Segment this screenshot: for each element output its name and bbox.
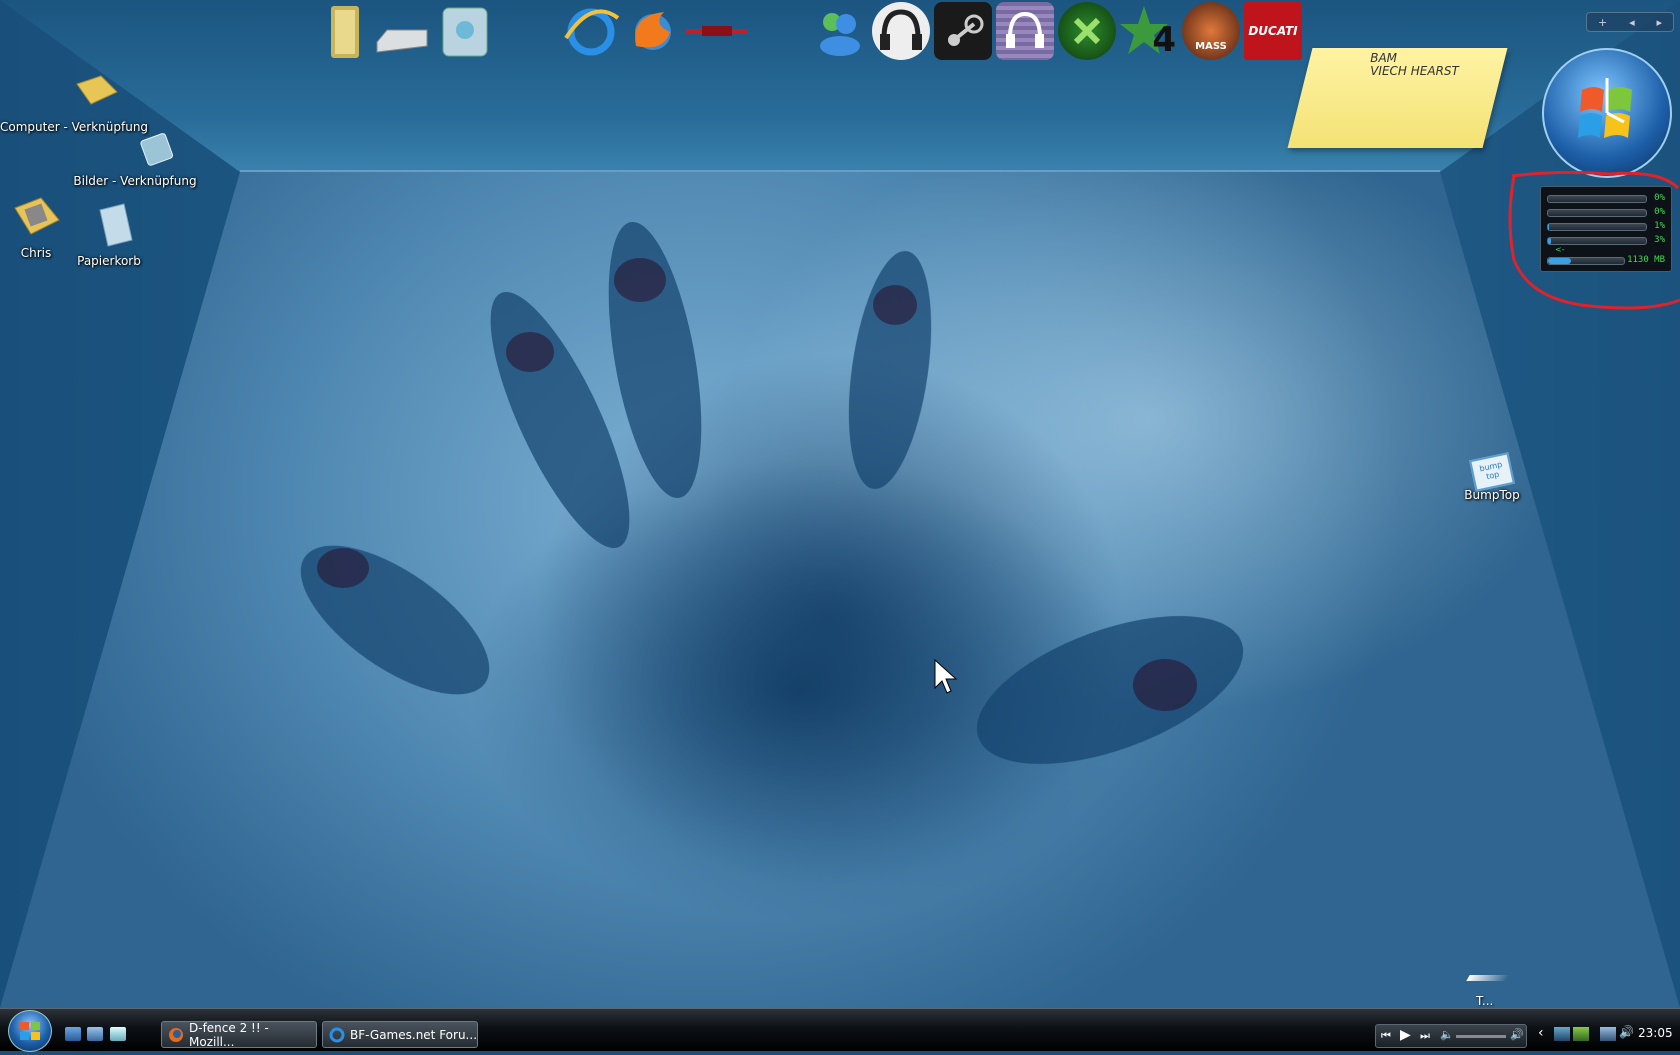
star-4-text: 4 bbox=[1152, 20, 1176, 60]
room-item-label[interactable]: T... bbox=[1476, 994, 1493, 1008]
volume-up-icon[interactable]: 🔊 bbox=[1510, 1028, 1524, 1041]
xbox-icon[interactable] bbox=[1058, 2, 1116, 60]
tray-app-icon[interactable] bbox=[1573, 1027, 1589, 1041]
next-gadget-button[interactable]: ▸ bbox=[1657, 16, 1663, 29]
pictures-shortcut-icon bbox=[140, 133, 174, 166]
bumptop-icon: bump top bbox=[1469, 452, 1515, 492]
internet-explorer-icon[interactable] bbox=[562, 2, 620, 60]
network-drive-icon[interactable] bbox=[435, 2, 493, 60]
firefox-icon bbox=[169, 1027, 183, 1042]
desktop-icon-papierkorb[interactable]: Papierkorb bbox=[76, 200, 142, 268]
folder-icon[interactable] bbox=[316, 2, 374, 60]
papierkorb-label: Papierkorb bbox=[77, 254, 141, 268]
meter-value: 1% bbox=[1654, 221, 1665, 231]
meter-row: 0% bbox=[1547, 207, 1665, 217]
mass-effect-icon[interactable]: MASS bbox=[1182, 2, 1240, 60]
meter-bar bbox=[1547, 209, 1647, 217]
tray-chevron-icon[interactable]: ‹ bbox=[1538, 1025, 1544, 1041]
meter-row: 1% bbox=[1547, 221, 1665, 231]
meter-bar bbox=[1547, 223, 1647, 231]
desktop-icon-bilder[interactable]: Bilder - Verknüpfung bbox=[70, 130, 200, 188]
handprint-wallpaper bbox=[300, 221, 1244, 920]
room-edge-top bbox=[240, 170, 1440, 172]
meter-fill bbox=[1548, 224, 1549, 230]
ducati-text: DUCATI bbox=[1248, 24, 1298, 38]
play-icon[interactable]: ▶ bbox=[1400, 1027, 1411, 1043]
meter-bar bbox=[1547, 237, 1647, 245]
messenger-icon[interactable] bbox=[810, 2, 868, 60]
taskbar-clock[interactable]: 23:05 bbox=[1638, 1026, 1673, 1040]
meter-fill bbox=[1548, 238, 1551, 244]
volume-icon[interactable]: 🔈 bbox=[1440, 1028, 1454, 1041]
bumptop-room bbox=[0, 0, 1680, 1008]
mass-effect-text: MASS bbox=[1195, 40, 1227, 52]
memory-row: 1130 MB bbox=[1547, 255, 1665, 265]
taskbar-button-label: D-fence 2 !! - Mozill... bbox=[189, 1020, 269, 1049]
taskbar-button-label: BF-Games.net Foru... bbox=[350, 1027, 478, 1042]
tray-monitor-icon[interactable] bbox=[1600, 1027, 1616, 1041]
bilder-shortcut-label: Bilder - Verknüpfung bbox=[73, 174, 197, 188]
memory-bar bbox=[1547, 257, 1625, 265]
taskbar-button-ie[interactable]: BF-Games.net Foru... bbox=[322, 1021, 478, 1048]
previous-gadget-button[interactable]: ◂ bbox=[1629, 16, 1635, 29]
sticky-note[interactable]: BAM VIECH HEARST bbox=[1287, 48, 1508, 148]
chris-label: Chris bbox=[20, 246, 52, 260]
room-item-icon[interactable] bbox=[1466, 975, 1510, 981]
meter-value: 3% bbox=[1654, 235, 1665, 245]
memory-fill bbox=[1548, 258, 1571, 264]
meter-arrow: <- bbox=[1555, 245, 1565, 254]
windows-flag-icon bbox=[20, 1022, 40, 1040]
red-logo-icon[interactable] bbox=[684, 2, 750, 60]
internet-explorer-icon bbox=[329, 1027, 345, 1042]
user-folder-icon bbox=[14, 197, 60, 235]
previous-track-icon[interactable]: ⏮ bbox=[1381, 1029, 1391, 1043]
star-4-icon[interactable]: 4 bbox=[1120, 2, 1178, 60]
show-desktop-icon[interactable] bbox=[65, 1027, 81, 1041]
audio-headphones-icon[interactable] bbox=[996, 2, 1054, 60]
meter-row: 0% bbox=[1547, 193, 1665, 203]
sticky-note-line2: VIECH HEARST bbox=[1370, 64, 1459, 78]
quicklaunch-app-icon[interactable] bbox=[110, 1027, 126, 1041]
windows-logo-gadget[interactable] bbox=[1542, 48, 1672, 178]
meter-value: 0% bbox=[1654, 207, 1665, 217]
start-button[interactable] bbox=[8, 1010, 52, 1052]
switch-windows-icon[interactable] bbox=[87, 1027, 103, 1041]
steam-icon[interactable] bbox=[934, 2, 992, 60]
next-track-icon[interactable]: ⏭ bbox=[1420, 1029, 1430, 1043]
folder-shortcut-icon bbox=[76, 75, 118, 105]
volume-slider[interactable] bbox=[1456, 1035, 1506, 1038]
cpu-meter-gadget[interactable]: 0% 0% 1% 3% <- 1130 MB bbox=[1540, 186, 1672, 272]
memory-value: 1130 MB bbox=[1627, 255, 1665, 265]
media-player-toolbar: ⏮ ▶ ⏭ 🔈 🔊 bbox=[1375, 1024, 1527, 1048]
desktop-icon-computer[interactable]: Computer - Verknüpfung bbox=[0, 70, 148, 134]
browser-flame-icon[interactable] bbox=[624, 2, 682, 60]
drive-icon[interactable] bbox=[373, 2, 431, 60]
add-gadget-button[interactable]: + bbox=[1598, 16, 1607, 29]
headphones-icon[interactable] bbox=[872, 2, 930, 60]
tray-network-icon[interactable] bbox=[1554, 1027, 1570, 1041]
meter-row: 3% bbox=[1547, 235, 1665, 245]
desktop-icon-chris[interactable]: Chris bbox=[10, 192, 62, 260]
meter-value: 0% bbox=[1654, 193, 1665, 203]
meter-bar bbox=[1547, 195, 1647, 203]
ducati-icon[interactable]: DUCATI bbox=[1244, 2, 1302, 60]
desktop-icon-bumptop[interactable]: bump top BumpTop bbox=[1460, 452, 1524, 502]
gadget-toolbar: + ◂ ▸ bbox=[1586, 12, 1674, 32]
recycle-bin-icon bbox=[98, 203, 133, 247]
taskbar-button-firefox[interactable]: D-fence 2 !! - Mozill... bbox=[161, 1020, 317, 1049]
bumptop-label: BumpTop bbox=[1464, 488, 1520, 502]
windows-flag-icon bbox=[1578, 78, 1632, 138]
tray-volume-icon[interactable]: 🔊 bbox=[1619, 1025, 1634, 1039]
